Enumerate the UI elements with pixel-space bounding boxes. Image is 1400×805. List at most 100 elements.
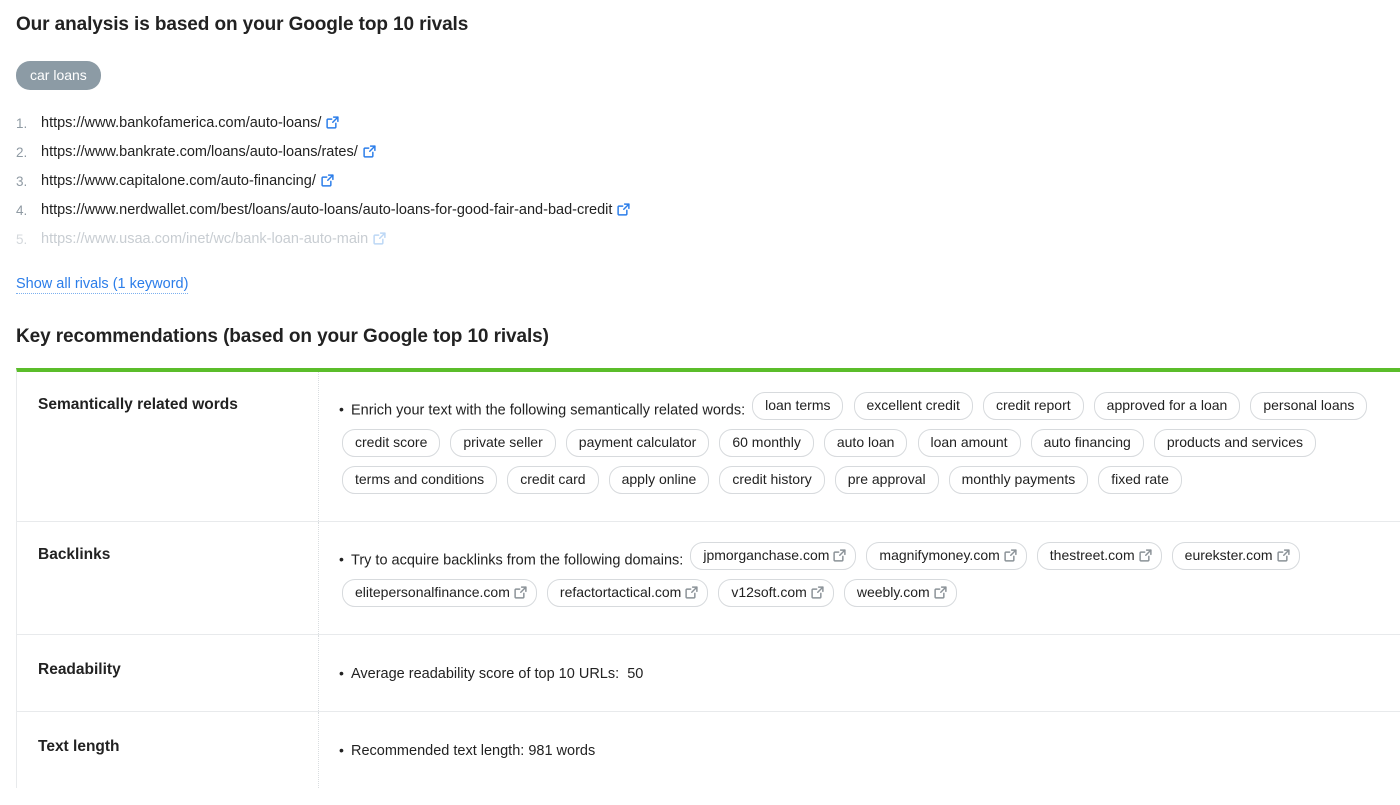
external-link-icon: [373, 232, 386, 245]
chip-label: credit score: [355, 434, 428, 450]
external-link-icon: [833, 549, 847, 562]
rivals-list: https://www.bankofamerica.com/auto-loans…: [16, 109, 1384, 254]
recommendation-row: Backlinks • Try to acquire backlinks from …: [17, 522, 1400, 635]
rival-url[interactable]: https://www.bankrate.com/loans/auto-loan…: [41, 144, 358, 160]
recommendation-bullet-line: • Recommended text length: 981 words: [339, 737, 1390, 764]
external-link-icon: [685, 586, 698, 599]
external-link-icon: [811, 586, 824, 599]
related-word-chip[interactable]: credit card: [507, 466, 599, 494]
rival-url[interactable]: https://www.usaa.com/inet/wc/bank-loan-a…: [41, 231, 368, 247]
chip-label: auto financing: [1043, 434, 1131, 450]
related-word-chip[interactable]: pre approval: [834, 466, 939, 494]
related-word-chip[interactable]: 60 monthly: [719, 429, 814, 457]
external-link-icon: [326, 116, 340, 129]
chip-label: payment calculator: [578, 434, 697, 450]
recommendation-bullet-text: Try to acquire backlinks from the follow…: [351, 552, 684, 569]
external-link-icon: [321, 174, 334, 187]
chip-label: elitepersonalfinance.com: [355, 584, 510, 600]
bullet-point-icon: •: [339, 401, 344, 418]
chip-label: weebly.com: [856, 584, 930, 600]
related-word-chip[interactable]: monthly payments: [948, 466, 1089, 494]
related-word-chip[interactable]: apply online: [608, 466, 710, 494]
related-word-chip[interactable]: auto financing: [1030, 429, 1144, 457]
backlink-domain-chip[interactable]: refactortactical.com: [546, 579, 709, 607]
chip-label: jpmorganchase.com: [703, 547, 830, 563]
backlink-domain-chip[interactable]: magnifymoney.com: [866, 542, 1027, 570]
rival-url[interactable]: https://www.bankofamerica.com/auto-loans…: [41, 115, 321, 131]
related-word-chip[interactable]: terms and conditions: [342, 466, 498, 494]
backlink-domain-chip[interactable]: eurekster.com: [1171, 542, 1300, 570]
chip-label: credit card: [520, 471, 586, 487]
related-word-chip[interactable]: products and services: [1153, 429, 1316, 457]
recommendation-bullet-text: Average readability score of top 10 URLs…: [351, 666, 620, 682]
chip-label: magnifymoney.com: [879, 547, 1000, 563]
backlink-domain-chip[interactable]: thestreet.com: [1036, 542, 1162, 570]
rival-url[interactable]: https://www.nerdwallet.com/best/loans/au…: [41, 202, 612, 218]
external-link-icon: [1004, 549, 1017, 562]
recommendations-table: Semantically related words • Enrich your t…: [16, 368, 1400, 788]
show-all-rivals-link[interactable]: Show all rivals (1 keyword): [16, 276, 189, 294]
chip-label: terms and conditions: [355, 471, 485, 487]
backlink-domain-chip[interactable]: jpmorganchase.com: [690, 542, 857, 570]
related-word-chip[interactable]: excellent credit: [853, 392, 973, 420]
backlink-domain-chip[interactable]: weebly.com: [843, 579, 957, 607]
backlink-domain-chip[interactable]: v12soft.com: [718, 579, 834, 607]
rival-list-item[interactable]: https://www.bankrate.com/loans/auto-loan…: [16, 138, 1384, 167]
chip-label: v12soft.com: [731, 584, 807, 600]
external-link-icon: [1276, 549, 1290, 562]
keyword-badge[interactable]: car loans: [16, 61, 101, 90]
related-word-chip[interactable]: credit report: [982, 392, 1084, 420]
recommendations-title: Key recommendations (based on your Googl…: [16, 326, 549, 347]
recommendation-row: Text length • Recommended text length: 981…: [17, 712, 1400, 788]
rivals-section: Our analysis is based on your Google top…: [0, 0, 1400, 294]
chip-label: auto loan: [836, 434, 895, 450]
related-word-chip[interactable]: credit history: [719, 466, 825, 494]
recommendation-content: • Average readability score of top 10 URL…: [319, 635, 1400, 711]
page-title: Our analysis is based on your Google top…: [16, 14, 469, 35]
recommendation-content: • Recommended text length: 981 words: [319, 712, 1400, 788]
related-word-chip[interactable]: loan terms: [752, 392, 844, 420]
recommendations-section: Key recommendations (based on your Googl…: [0, 325, 1400, 788]
recommendation-label: Backlinks: [17, 522, 319, 634]
recommendation-content: • Try to acquire backlinks from the follo…: [319, 522, 1400, 634]
chip-label: credit report: [995, 397, 1071, 413]
related-word-chip[interactable]: credit score: [342, 429, 441, 457]
external-link-icon: [617, 203, 631, 216]
chip-label: pre approval: [847, 471, 926, 487]
related-word-chip[interactable]: payment calculator: [565, 429, 710, 457]
chip-label: thestreet.com: [1049, 547, 1135, 563]
chip-label: monthly payments: [961, 471, 1076, 487]
external-link-icon: [1138, 549, 1152, 562]
chip-label: products and services: [1166, 434, 1303, 450]
rival-url[interactable]: https://www.capitalone.com/auto-financin…: [41, 173, 316, 189]
backlink-domain-chip[interactable]: elitepersonalfinance.com: [342, 579, 537, 607]
related-word-chip[interactable]: private seller: [450, 429, 556, 457]
chip-label: loan terms: [765, 397, 831, 413]
related-word-chip[interactable]: auto loan: [823, 429, 908, 457]
chip-label: credit history: [732, 471, 812, 487]
rival-list-item[interactable]: https://www.nerdwallet.com/best/loans/au…: [16, 196, 1384, 225]
chip-label: private seller: [463, 434, 543, 450]
bullet-point-icon: •: [339, 742, 344, 758]
related-word-chip[interactable]: loan amount: [917, 429, 1021, 457]
rival-list-item[interactable]: https://www.bankofamerica.com/auto-loans…: [16, 109, 1384, 138]
chip-label: eurekster.com: [1184, 547, 1273, 563]
related-word-chip[interactable]: approved for a loan: [1093, 392, 1241, 420]
recommendation-label: Semantically related words: [17, 372, 319, 521]
recommendation-label: Text length: [17, 712, 319, 788]
bullet-point-icon: •: [339, 665, 344, 681]
rival-list-item[interactable]: https://www.capitalone.com/auto-financin…: [16, 167, 1384, 196]
page-root: Our analysis is based on your Google top…: [0, 0, 1400, 805]
chip-label: apply online: [621, 471, 697, 487]
chip-label: 60 monthly: [732, 434, 801, 450]
recommendation-bullet-line: • Average readability score of top 10 URL…: [339, 660, 1390, 687]
chip-label: loan amount: [930, 434, 1008, 450]
chip-label: approved for a loan: [1106, 397, 1228, 413]
related-word-chip[interactable]: personal loans: [1250, 392, 1368, 420]
recommendation-content: • Enrich your text with the following sem…: [319, 372, 1400, 521]
recommendation-bullet-line: • Enrich your text with the following sem…: [339, 392, 1390, 503]
related-word-chip[interactable]: fixed rate: [1098, 466, 1182, 494]
recommendation-row: Readability • Average readability score of…: [17, 635, 1400, 712]
rival-list-item[interactable]: https://www.usaa.com/inet/wc/bank-loan-a…: [16, 225, 1384, 254]
recommendation-bullet-line: • Try to acquire backlinks from the follo…: [339, 542, 1390, 616]
